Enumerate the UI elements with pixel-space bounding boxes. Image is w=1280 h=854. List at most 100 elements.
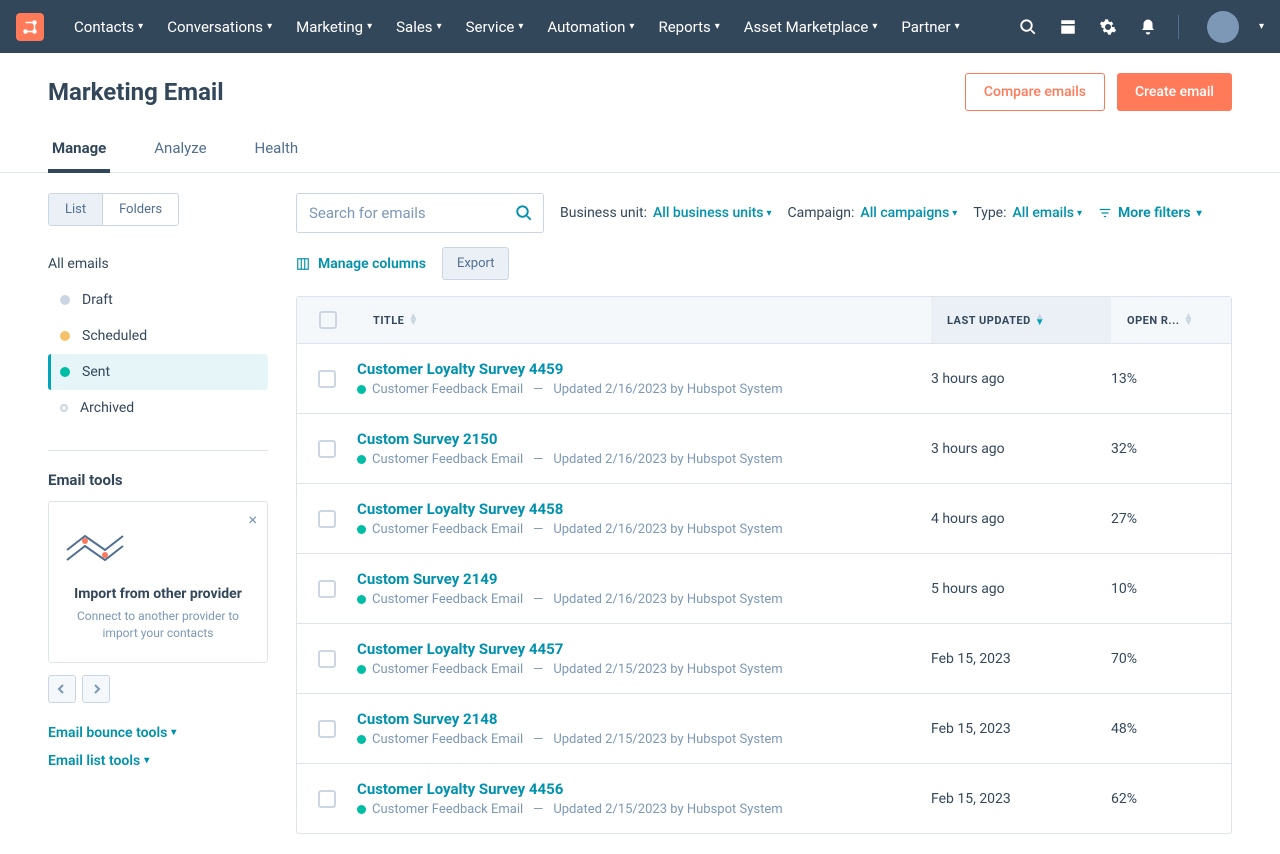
tab-health[interactable]: Health: [251, 127, 303, 172]
cell-open-rate: 27%: [1111, 511, 1231, 527]
nav-contacts[interactable]: Contacts▾: [64, 10, 153, 44]
dot-icon: [60, 331, 70, 341]
search-icon[interactable]: [1018, 17, 1038, 37]
row-checkbox[interactable]: [318, 790, 336, 808]
nav-sales[interactable]: Sales▾: [386, 10, 451, 44]
search-icon[interactable]: [515, 204, 533, 222]
hubspot-logo[interactable]: [16, 13, 44, 41]
account-caret[interactable]: ▾: [1259, 21, 1264, 32]
status-dot-icon: [357, 385, 366, 394]
email-updated-meta: Updated 2/16/2023 by Hubspot System: [553, 382, 782, 397]
status-sent[interactable]: Sent: [48, 354, 268, 390]
cell-open-rate: 10%: [1111, 581, 1231, 597]
nav-reports[interactable]: Reports▾: [648, 10, 729, 44]
filter-label: Campaign:: [788, 205, 855, 221]
filter-type: Type: All emails▾: [973, 205, 1082, 221]
import-card: × Import from other provider Connect to …: [48, 501, 268, 663]
email-title-link[interactable]: Customer Loyalty Survey 4457: [357, 640, 931, 658]
select-all-checkbox[interactable]: [319, 311, 337, 329]
marketplace-icon[interactable]: [1058, 17, 1078, 37]
email-updated-meta: Updated 2/16/2023 by Hubspot System: [553, 522, 782, 537]
email-tools-title: Email tools: [48, 471, 268, 489]
export-button[interactable]: Export: [442, 247, 510, 280]
table-row: Custom Survey 2148 Customer Feedback Ema…: [297, 694, 1231, 764]
cell-open-rate: 70%: [1111, 651, 1231, 667]
filter-bu-value[interactable]: All business units▾: [653, 205, 772, 221]
email-title-link[interactable]: Customer Loyalty Survey 4459: [357, 360, 931, 378]
email-title-link[interactable]: Custom Survey 2148: [357, 710, 931, 728]
meta-separator: —: [533, 382, 543, 397]
nav-asset-marketplace[interactable]: Asset Marketplace▾: [734, 10, 888, 44]
create-email-button[interactable]: Create email: [1117, 73, 1232, 111]
row-checkbox[interactable]: [318, 650, 336, 668]
th-last-updated[interactable]: LAST UPDATED▲▼: [931, 297, 1111, 343]
cell-last-updated: Feb 15, 2023: [931, 651, 1111, 667]
email-updated-meta: Updated 2/16/2023 by Hubspot System: [553, 452, 782, 467]
email-meta: Customer Feedback Email — Updated 2/16/2…: [357, 382, 931, 397]
sort-icon: ▲▼: [1035, 314, 1045, 326]
cell-last-updated: 3 hours ago: [931, 441, 1111, 457]
cell-open-rate: 13%: [1111, 371, 1231, 387]
search-input[interactable]: [309, 204, 503, 222]
filter-business-unit: Business unit: All business units▾: [560, 205, 772, 221]
status-all[interactable]: All emails: [48, 246, 268, 282]
table-body: Customer Loyalty Survey 4459 Customer Fe…: [297, 344, 1231, 833]
import-illustration-icon: [65, 526, 251, 574]
filter-type-value[interactable]: All emails▾: [1013, 205, 1083, 221]
tab-analyze[interactable]: Analyze: [150, 127, 210, 172]
email-title-link[interactable]: Customer Loyalty Survey 4456: [357, 780, 931, 798]
nav-items: Contacts▾ Conversations▾ Marketing▾ Sale…: [64, 10, 970, 44]
nav-automation[interactable]: Automation▾: [537, 10, 644, 44]
email-status: Customer Feedback Email: [372, 592, 523, 607]
cell-last-updated: Feb 15, 2023: [931, 791, 1111, 807]
pager-prev-button[interactable]: [48, 675, 76, 703]
seg-list[interactable]: List: [49, 194, 103, 225]
gear-icon[interactable]: [1098, 17, 1118, 37]
status-dot-icon: [357, 525, 366, 534]
th-title[interactable]: TITLE▲▼: [357, 297, 931, 343]
status-list: All emails Draft Scheduled Sent Archived: [48, 246, 268, 426]
email-title-link[interactable]: Custom Survey 2150: [357, 430, 931, 448]
card-title: Import from other provider: [65, 586, 251, 602]
status-archived[interactable]: Archived: [48, 390, 268, 426]
close-icon[interactable]: ×: [248, 510, 257, 529]
row-checkbox[interactable]: [318, 440, 336, 458]
meta-separator: —: [533, 802, 543, 817]
pager-next-button[interactable]: [82, 675, 110, 703]
row-checkbox[interactable]: [318, 370, 336, 388]
table-row: Custom Survey 2150 Customer Feedback Ema…: [297, 414, 1231, 484]
th-open-rate[interactable]: OPEN R...▲▼: [1111, 297, 1231, 343]
tab-manage[interactable]: Manage: [48, 127, 110, 173]
nav-service[interactable]: Service▾: [456, 10, 534, 44]
email-meta: Customer Feedback Email — Updated 2/16/2…: [357, 452, 931, 467]
status-draft[interactable]: Draft: [48, 282, 268, 318]
status-scheduled[interactable]: Scheduled: [48, 318, 268, 354]
seg-folders[interactable]: Folders: [103, 194, 178, 225]
email-title-link[interactable]: Customer Loyalty Survey 4458: [357, 500, 931, 518]
email-status: Customer Feedback Email: [372, 522, 523, 537]
email-status: Customer Feedback Email: [372, 662, 523, 677]
row-checkbox[interactable]: [318, 580, 336, 598]
bell-icon[interactable]: [1138, 17, 1158, 37]
table-row: Customer Loyalty Survey 4457 Customer Fe…: [297, 624, 1231, 694]
email-list-tools-link[interactable]: Email list tools▾: [48, 747, 268, 775]
nav-partner[interactable]: Partner▾: [891, 10, 969, 44]
row-checkbox[interactable]: [318, 720, 336, 738]
page-header: Marketing Email Compare emails Create em…: [0, 53, 1280, 111]
more-filters-button[interactable]: More filters▾: [1098, 205, 1202, 221]
nav-conversations[interactable]: Conversations▾: [157, 10, 282, 44]
sort-icon: ▲▼: [1183, 314, 1193, 326]
compare-emails-button[interactable]: Compare emails: [965, 73, 1105, 111]
filter-campaign-value[interactable]: All campaigns▾: [860, 205, 957, 221]
email-meta: Customer Feedback Email — Updated 2/15/2…: [357, 732, 931, 747]
manage-columns-button[interactable]: Manage columns: [296, 256, 426, 272]
avatar[interactable]: [1207, 11, 1239, 43]
table-row: Customer Loyalty Survey 4459 Customer Fe…: [297, 344, 1231, 414]
row-checkbox[interactable]: [318, 510, 336, 528]
status-dot-icon: [357, 735, 366, 744]
email-bounce-tools-link[interactable]: Email bounce tools▾: [48, 719, 268, 747]
th-checkbox: [297, 297, 357, 343]
nav-right: ▾: [1018, 11, 1264, 43]
email-title-link[interactable]: Custom Survey 2149: [357, 570, 931, 588]
nav-marketing[interactable]: Marketing▾: [286, 10, 382, 44]
